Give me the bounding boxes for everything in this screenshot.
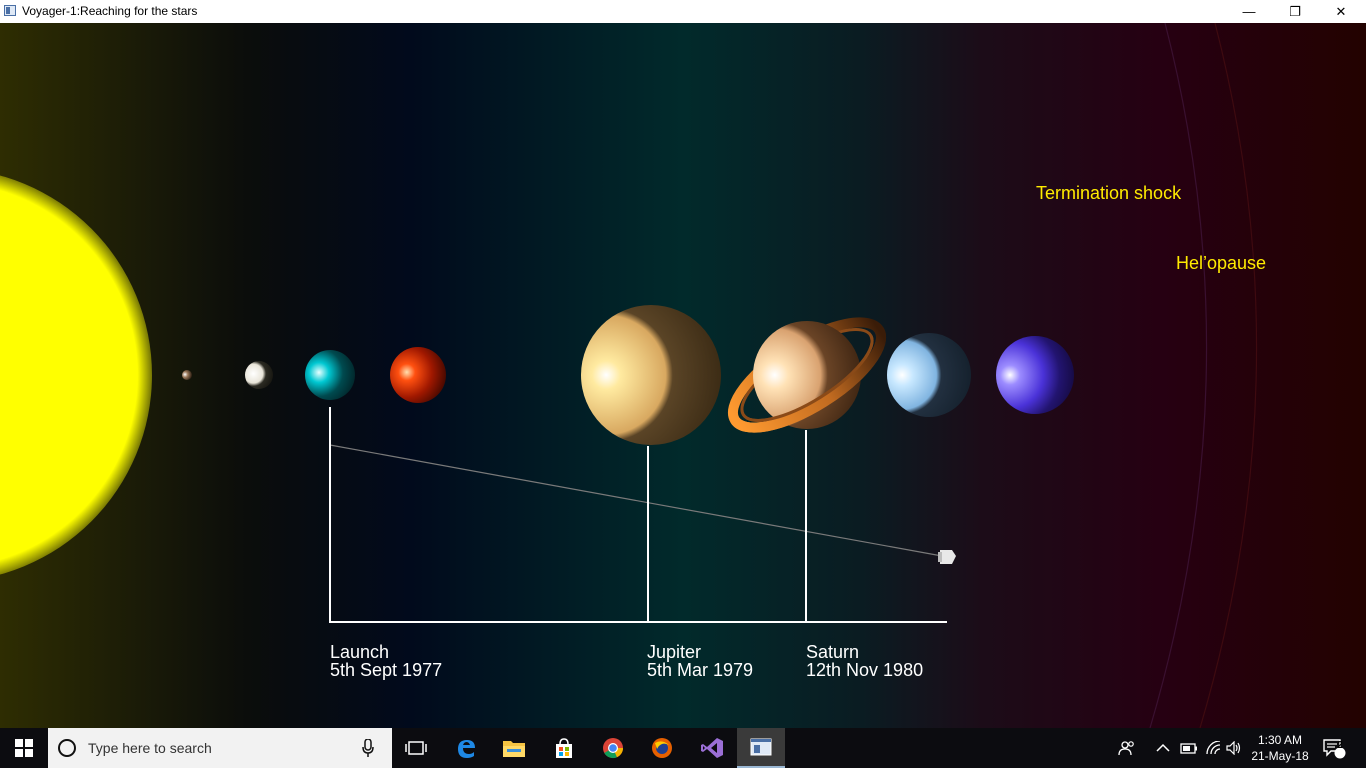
voyager-trajectory	[329, 444, 943, 557]
speaker-icon	[1226, 741, 1241, 755]
restore-button[interactable]: ❐	[1272, 0, 1318, 23]
mars-planet	[390, 347, 446, 403]
task-view-icon	[405, 741, 427, 755]
action-center-button[interactable]: 2	[1322, 728, 1346, 768]
clock-date: 21-May-18	[1251, 749, 1309, 763]
start-button[interactable]	[0, 728, 48, 768]
visual-studio-icon	[701, 738, 723, 758]
scene-canvas	[0, 23, 1258, 728]
jupiter-name: Jupiter	[647, 642, 702, 662]
voyager-probe	[938, 550, 956, 564]
people-button[interactable]	[1118, 728, 1136, 768]
notification-count: 2	[1337, 740, 1343, 751]
microphone-icon[interactable]	[362, 739, 374, 757]
voyager-app-button[interactable]	[737, 728, 785, 768]
saturn-date: 12th Nov 1980	[806, 660, 924, 680]
volume-button[interactable]	[1226, 728, 1242, 768]
cortana-icon	[58, 739, 76, 757]
heliopause-label: Hel’opause	[1176, 253, 1267, 273]
edge-icon	[458, 740, 475, 758]
heliopause-arc	[1199, 23, 1258, 728]
clock-time: 1:30 AM	[1257, 733, 1303, 747]
firefox-icon	[652, 738, 672, 758]
wifi-button[interactable]	[1206, 728, 1222, 768]
saturn-label: Saturn 12th Nov 1980	[806, 643, 923, 679]
title-bar: Voyager-1:Reaching for the stars — ❐ ✕	[0, 0, 1366, 23]
mercury-planet	[182, 370, 192, 380]
earth-planet	[305, 350, 355, 400]
windows-icon	[15, 739, 33, 757]
jupiter-label: Jupiter 5th Mar 1979	[647, 643, 753, 679]
neptune-planet	[996, 336, 1074, 414]
minimize-button[interactable]: —	[1226, 0, 1272, 23]
show-hidden-icons-button[interactable]	[1156, 728, 1170, 768]
launch-date: 5th Sept 1977	[330, 660, 443, 680]
close-button[interactable]: ✕	[1318, 0, 1364, 23]
launch-name: Launch	[330, 642, 390, 662]
firefox-button[interactable]	[638, 728, 686, 768]
venus-planet	[245, 361, 273, 389]
edge-button[interactable]	[442, 728, 490, 768]
task-view-button[interactable]	[392, 728, 440, 768]
window-title: Voyager-1:Reaching for the stars	[22, 4, 198, 18]
folder-icon	[503, 741, 525, 757]
saturn-name: Saturn	[806, 642, 860, 662]
search-placeholder: Type here to search	[88, 740, 212, 756]
saturn-planet	[727, 317, 887, 433]
store-icon	[556, 738, 572, 758]
wifi-icon	[1206, 741, 1221, 755]
jupiter-date: 5th Mar 1979	[647, 660, 754, 680]
file-explorer-button[interactable]	[490, 728, 538, 768]
application-window-icon	[750, 738, 772, 756]
solar-system-scene: Launch 5th Sept 1977 Jupiter 5th Mar 197…	[0, 23, 1366, 728]
termination-shock-label: Termination shock	[1036, 183, 1182, 203]
sun	[0, 175, 152, 575]
chrome-icon	[603, 738, 624, 759]
battery-icon	[1180, 743, 1197, 754]
app-icon	[4, 5, 16, 16]
system-clock[interactable]: 1:30 AM 21-May-18	[1248, 732, 1312, 764]
battery-button[interactable]	[1180, 728, 1198, 768]
taskbar: Type here to search 1:30 AM 21-May-18 2	[0, 728, 1366, 768]
jupiter-planet	[581, 305, 721, 445]
chevron-up-icon	[1156, 743, 1170, 752]
termination-shock-arc	[1149, 23, 1208, 728]
visual-studio-button[interactable]	[688, 728, 736, 768]
launch-label: Launch 5th Sept 1977	[330, 643, 442, 679]
uranus-planet	[887, 333, 971, 417]
chrome-button[interactable]	[589, 728, 637, 768]
search-box[interactable]: Type here to search	[48, 728, 392, 768]
people-icon	[1118, 741, 1134, 756]
store-button[interactable]	[540, 728, 588, 768]
